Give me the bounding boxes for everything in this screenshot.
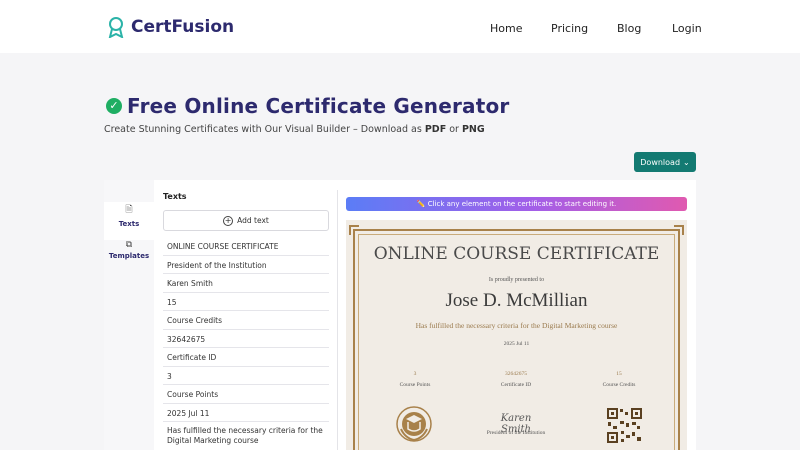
download-label: Download xyxy=(640,157,681,167)
nav-blog[interactable]: Blog xyxy=(617,22,641,35)
signature-title[interactable]: President of the Institution xyxy=(476,430,556,436)
chevron-down-icon: ⌄ xyxy=(683,157,690,167)
text-list-item[interactable]: Course Credits xyxy=(163,311,329,330)
certificate-preview: ✏️ Click any element on the certificate … xyxy=(341,193,692,450)
sidebar-item-templates[interactable]: ⧉ Templates xyxy=(104,240,154,276)
document-icon: 🗎 xyxy=(125,205,133,215)
text-list-item[interactable]: Course Points xyxy=(163,385,329,404)
stat-course-credits[interactable]: 15 Course Credits xyxy=(589,371,649,388)
seal-emblem-icon[interactable] xyxy=(395,405,433,443)
texts-panel: Texts + Add text ONLINE COURSE CERTIFICA… xyxy=(163,192,329,445)
text-list-item[interactable]: 15 xyxy=(163,293,329,311)
text-list-item[interactable]: ONLINE COURSE CERTIFICATE xyxy=(163,237,329,256)
download-button[interactable]: Download ⌄ xyxy=(634,152,696,172)
corner-ornament xyxy=(349,225,359,235)
qr-code-icon[interactable] xyxy=(606,407,643,444)
sidebar-item-label: Templates xyxy=(108,252,150,260)
brand-name: CertFusion xyxy=(131,17,235,37)
certificate-description[interactable]: Has fulfilled the necessary criteria for… xyxy=(346,321,687,330)
stat-value: 15 xyxy=(616,371,622,377)
stat-label: Course Credits xyxy=(602,382,636,388)
editor-sidebar: 🗎 Texts ⧉ Templates xyxy=(104,180,154,450)
top-navbar: CertFusion Home Pricing Blog Login xyxy=(0,0,800,53)
templates-icon: ⧉ xyxy=(125,240,133,250)
certificate-title[interactable]: ONLINE COURSE CERTIFICATE xyxy=(346,244,687,264)
sidebar-item-label: Texts xyxy=(118,220,140,228)
subtitle-png: PNG xyxy=(461,124,485,135)
text-list-item[interactable]: 2025 Jul 11 xyxy=(163,404,329,422)
stat-course-points[interactable]: 3 Course Points xyxy=(385,371,445,388)
editor-panel: 🗎 Texts ⧉ Templates Texts + Add text ONL… xyxy=(104,180,696,450)
plus-circle-icon: + xyxy=(223,215,234,226)
corner-ornament xyxy=(674,225,684,235)
text-list-item[interactable]: 3 xyxy=(163,367,329,385)
stat-label: Course Points xyxy=(399,382,431,388)
brand-logo[interactable]: CertFusion xyxy=(107,16,234,38)
page-title: Free Online Certificate Generator xyxy=(127,94,510,118)
subtitle-or: or xyxy=(446,124,462,135)
subtitle-text: Create Stunning Certificates with Our Vi… xyxy=(104,124,425,135)
stat-value: 3 xyxy=(413,371,417,377)
add-text-label: Add text xyxy=(237,216,269,225)
stat-certificate-id[interactable]: 32642675 Certificate ID xyxy=(486,371,546,388)
certificate-canvas[interactable]: ONLINE COURSE CERTIFICATE Is proudly pre… xyxy=(346,220,687,450)
certificate-presented-text[interactable]: Is proudly presented to xyxy=(346,277,687,283)
award-icon xyxy=(108,17,124,38)
add-text-button[interactable]: + Add text xyxy=(163,210,329,231)
nav-pricing[interactable]: Pricing xyxy=(551,22,588,35)
text-list-item[interactable]: 32642675 xyxy=(163,330,329,348)
subtitle-pdf: PDF xyxy=(424,124,447,135)
panel-divider xyxy=(337,190,338,450)
text-list: ONLINE COURSE CERTIFICATE President of t… xyxy=(163,237,329,450)
edit-hint-banner: ✏️ Click any element on the certificate … xyxy=(346,197,687,211)
sidebar-item-texts[interactable]: 🗎 Texts xyxy=(104,202,154,240)
text-list-item[interactable]: Karen Smith xyxy=(163,274,329,293)
page-subtitle: Create Stunning Certificates with Our Vi… xyxy=(104,124,485,135)
text-list-item[interactable]: Has fulfilled the necessary criteria for… xyxy=(163,422,329,450)
nav-login[interactable]: Login xyxy=(672,22,702,35)
texts-heading: Texts xyxy=(163,192,187,201)
check-circle-icon: ✓ xyxy=(106,98,122,114)
recipient-name[interactable]: Jose D. McMillian xyxy=(346,290,687,312)
text-list-item[interactable]: President of the Institution xyxy=(163,256,329,274)
stat-value: 32642675 xyxy=(505,371,527,377)
text-list-item[interactable]: Certificate ID xyxy=(163,348,329,367)
certificate-date[interactable]: 2025 Jul 11 xyxy=(346,341,687,347)
page-title-row: ✓ Free Online Certificate Generator xyxy=(106,94,509,118)
stat-label: Certificate ID xyxy=(500,382,532,388)
nav-home[interactable]: Home xyxy=(490,22,522,35)
